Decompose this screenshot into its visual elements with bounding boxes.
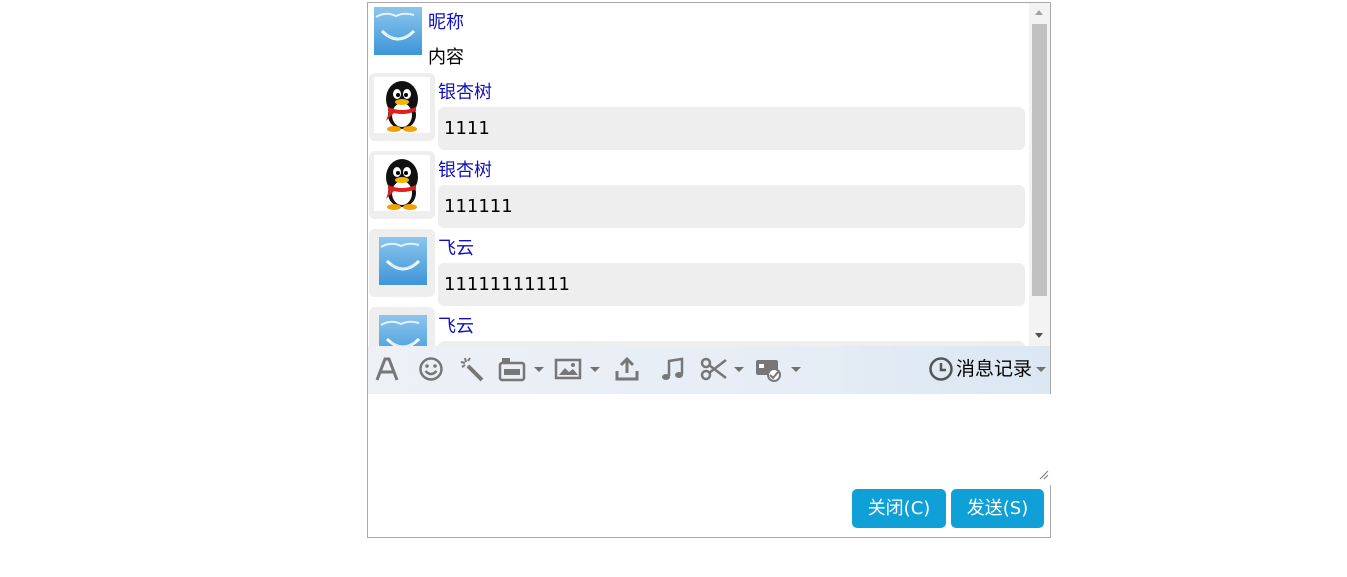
smile-avatar-icon[interactable]: [374, 7, 422, 55]
message-bubble: 111111: [438, 185, 1025, 228]
music-icon[interactable]: [660, 356, 686, 382]
input-toolbar: 消息记录: [368, 346, 1050, 394]
message-scrollbar[interactable]: [1029, 3, 1050, 346]
chevron-down-icon[interactable]: [1036, 367, 1046, 372]
scissors-icon[interactable]: [700, 356, 728, 382]
avatar-frame: [369, 73, 435, 141]
chat-window: 昵称 内容 银杏树 1111 银杏树 111111 飞云 11111111111: [367, 2, 1054, 538]
message-bubble: 11111111111: [438, 263, 1025, 306]
send-button[interactable]: 发送(S): [951, 489, 1044, 528]
font-icon[interactable]: [374, 356, 400, 382]
message-content: 内容: [428, 47, 464, 68]
message-item: 银杏树 111111: [368, 151, 1029, 229]
message-item: 飞云: [368, 307, 1029, 346]
scroll-up-arrow-icon[interactable]: [1029, 3, 1050, 23]
message-list[interactable]: 昵称 内容 银杏树 1111 银杏树 111111 飞云 11111111111: [368, 3, 1029, 346]
scrollbar-thumb[interactable]: [1032, 24, 1047, 296]
scroll-down-arrow-icon[interactable]: [1029, 326, 1050, 346]
message-item: 银杏树 1111: [368, 73, 1029, 151]
message-input[interactable]: [368, 394, 1054, 485]
clock-icon[interactable]: [928, 356, 954, 382]
message-nickname[interactable]: 银杏树: [438, 78, 492, 104]
close-button[interactable]: 关闭(C): [852, 489, 946, 528]
avatar-frame: [369, 151, 435, 219]
screen-capture-icon[interactable]: [498, 356, 526, 382]
emoji-icon[interactable]: [418, 356, 444, 382]
avatar-frame: [369, 307, 435, 346]
message-item: 飞云 11111111111: [368, 229, 1029, 307]
image-icon[interactable]: [554, 356, 582, 382]
message-nickname[interactable]: 银杏树: [438, 156, 492, 182]
chevron-down-icon[interactable]: [590, 367, 600, 372]
resize-grip-icon[interactable]: [1038, 469, 1049, 480]
remote-assist-icon[interactable]: [754, 356, 782, 382]
message-nickname[interactable]: 飞云: [438, 312, 474, 338]
penguin-avatar-icon[interactable]: [374, 155, 430, 211]
smile-avatar-icon[interactable]: [379, 237, 427, 285]
chevron-down-icon[interactable]: [734, 367, 744, 372]
message-item: 昵称 内容: [368, 3, 1029, 73]
magic-wand-icon[interactable]: [460, 356, 486, 382]
chevron-down-icon[interactable]: [534, 367, 544, 372]
avatar-frame: [369, 229, 435, 297]
message-bubble: 1111: [438, 107, 1025, 150]
message-nickname[interactable]: 飞云: [438, 234, 474, 260]
message-history-button[interactable]: 消息记录: [956, 356, 1032, 382]
smile-avatar-icon[interactable]: [379, 315, 427, 346]
message-nickname[interactable]: 昵称: [428, 8, 464, 34]
penguin-avatar-icon[interactable]: [374, 77, 430, 133]
upload-icon[interactable]: [614, 356, 640, 382]
chevron-down-icon[interactable]: [791, 367, 801, 372]
